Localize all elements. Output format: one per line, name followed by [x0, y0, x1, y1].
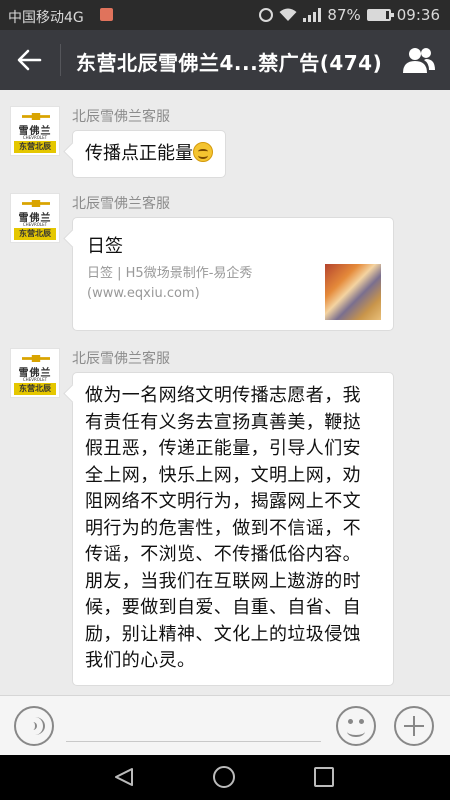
status-bar: 中国移动4G 87% 09:36	[0, 0, 450, 30]
status-right: 87% 09:36	[259, 6, 440, 24]
message-line: 候，要做到自爱、自重、自省、自	[85, 597, 361, 618]
sender-name: 北辰雪佛兰客服	[72, 109, 170, 125]
message-line: 阻网络不文明行为，揭露网上不文	[85, 491, 361, 512]
avatar[interactable]: 雪佛兰 CHEVROLET 东营北辰	[10, 106, 60, 156]
group-members-icon[interactable]	[402, 46, 436, 74]
circle-home-icon[interactable]	[213, 766, 235, 788]
avatar-dealer-text: 东营北辰	[14, 383, 56, 395]
header-divider	[60, 44, 61, 76]
link-description: 日签 | H5微场景制作-易企秀 (www.eqxiu.com)	[87, 264, 317, 304]
sender-name: 北辰雪佛兰客服	[72, 196, 170, 212]
system-nav-bar	[0, 755, 450, 800]
avatar[interactable]: 雪佛兰 CHEVROLET 东营北辰	[10, 193, 60, 243]
link-thumbnail-image	[325, 264, 381, 320]
alarm-icon	[259, 8, 274, 22]
square-recent-icon[interactable]	[314, 767, 334, 787]
message-text: 传播点正能量	[85, 143, 193, 164]
link-title: 日签	[87, 236, 123, 257]
arrow-left-icon[interactable]	[16, 47, 42, 73]
notification-icon	[100, 8, 113, 21]
avatar-dealer-text: 东营北辰	[14, 141, 56, 153]
wifi-icon	[279, 8, 297, 21]
avatar-brand-en: CHEVROLET	[22, 377, 48, 382]
input-bar	[0, 695, 450, 755]
smile-emoji-icon	[193, 142, 213, 162]
link-desc-line: 日签 | H5微场景制作-易企秀	[87, 266, 253, 281]
chat-title: 东营北辰雪佛兰4...禁广告(474)	[76, 51, 383, 75]
battery-percent: 87%	[327, 6, 361, 24]
message-input[interactable]	[66, 712, 321, 742]
emoji-icon[interactable]	[336, 706, 376, 746]
message-line: 励，别让精神、文化上的垃圾侵蚀	[85, 623, 361, 645]
sender-name: 北辰雪佛兰客服	[72, 351, 170, 367]
message-line: 有责任有义务去宣扬真善美，鞭挞	[85, 411, 361, 433]
avatar-dealer-text: 东营北辰	[14, 228, 56, 240]
battery-icon	[366, 9, 394, 21]
chevrolet-logo-icon	[22, 355, 50, 362]
triangle-back-icon[interactable]	[113, 767, 135, 787]
avatar[interactable]: 雪佛兰 CHEVROLET 东营北辰	[10, 348, 60, 398]
clock: 09:36	[396, 6, 440, 24]
message-line: 我们的心灵。	[85, 650, 196, 671]
chat-area[interactable]: 雪佛兰 CHEVROLET 东营北辰 北辰雪佛兰客服 传播点正能量 雪佛兰 CH…	[0, 90, 450, 695]
voice-icon[interactable]	[14, 706, 54, 746]
message-line: 假丑恶，传递正能量，引导人们安	[85, 438, 361, 459]
chevrolet-logo-icon	[22, 200, 50, 207]
avatar-brand-en: CHEVROLET	[22, 135, 48, 140]
avatar-brand-en: CHEVROLET	[22, 222, 48, 227]
chevrolet-logo-icon	[22, 113, 50, 120]
message-line: 传谣，不浏览、不传播低俗内容。	[85, 544, 361, 565]
message-bubble[interactable]: 传播点正能量	[72, 130, 226, 178]
message-line: 明行为的危害性，做到不信谣，不	[85, 517, 361, 539]
signal-icon	[303, 8, 322, 22]
chat-header: 东营北辰雪佛兰4...禁广告(474)	[0, 30, 450, 90]
message-bubble[interactable]: 做为一名网络文明传播志愿者，我 有责任有义务去宣扬真善美，鞭挞 假丑恶，传递正能…	[72, 372, 394, 686]
message-line: 做为一名网络文明传播志愿者，我	[85, 385, 361, 406]
message-line: 全上网，快乐上网，文明上网，劝	[85, 464, 361, 486]
link-card[interactable]: 日签 日签 | H5微场景制作-易企秀 (www.eqxiu.com)	[72, 217, 394, 331]
message-line: 朋友，当我们在互联网上遨游的时	[85, 570, 361, 592]
plus-icon[interactable]	[394, 706, 434, 746]
link-desc-url: (www.eqxiu.com)	[87, 286, 200, 301]
carrier-label: 中国移动4G	[8, 10, 84, 26]
